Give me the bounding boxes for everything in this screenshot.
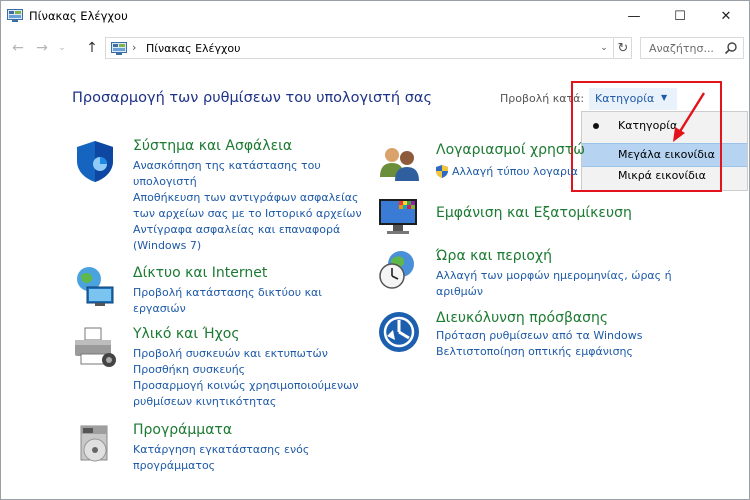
category-title-hardware[interactable]: Υλικό και Ήχος	[133, 326, 240, 342]
category-title-programs[interactable]: Προγράμματα	[133, 422, 232, 438]
link-backup-restore[interactable]: Αντίγραφα ασφαλείας και επαναφορά	[133, 222, 340, 238]
control-panel-icon	[7, 9, 23, 22]
link-network-status-cont[interactable]: εργασιών	[133, 301, 186, 317]
minimize-button[interactable]: —	[611, 1, 657, 31]
search-icon[interactable]	[724, 41, 738, 55]
view-by-label: Προβολή κατά:	[500, 92, 585, 105]
annotation-arrow-icon	[673, 92, 706, 142]
breadcrumb-separator[interactable]: ›	[132, 41, 136, 54]
forward-arrow-icon[interactable]: →	[33, 38, 51, 58]
link-mobility-settings-cont[interactable]: ρυθμίσεων κινητικότητας	[133, 394, 276, 410]
category-clock-region: Ώρα και περιοχή Αλλαγή των μορφών ημερομ…	[377, 248, 697, 298]
link-backup-restore-cont[interactable]: (Windows 7)	[133, 238, 201, 254]
search-input[interactable]: Αναζήτησ...	[649, 42, 714, 55]
network-globe-icon[interactable]	[73, 265, 117, 309]
back-arrow-icon[interactable]: ←	[9, 38, 27, 58]
refresh-icon[interactable]: ↻	[613, 38, 632, 58]
page-title: Προσαρμογή των ρυθμίσεων του υπολογιστή …	[72, 90, 432, 106]
link-devices-printers[interactable]: Προβολή συσκευών και εκτυπωτών	[133, 346, 328, 362]
link-review-status[interactable]: Ανασκόπηση της κατάστασης του	[133, 158, 321, 174]
menu-item-large-icons[interactable]: Μεγάλα εικονίδια	[582, 143, 747, 167]
users-icon[interactable]	[377, 143, 421, 187]
control-panel-window: Πίνακας Ελέγχου — ☐ ✕ ← → ⌄ ↑ › Πίνακας …	[0, 0, 750, 500]
link-uninstall-program-cont[interactable]: προγράμματος	[133, 458, 215, 474]
selected-bullet-icon	[593, 123, 599, 129]
programs-disc-icon[interactable]	[73, 422, 117, 466]
category-title-ease[interactable]: Διευκόλυνση πρόσβασης	[436, 310, 608, 326]
category-programs: Προγράμματα Κατάργηση εγκατάστασης ενός …	[73, 422, 373, 472]
category-title-clock[interactable]: Ώρα και περιοχή	[436, 248, 552, 264]
category-appearance: Εμφάνιση και Εξατομίκευση	[377, 195, 677, 235]
navigation-bar: ← → ⌄ ↑ › Πίνακας Ελέγχου ⌄ ↻ Αναζήτησ..…	[1, 34, 749, 62]
shield-icon[interactable]	[73, 139, 117, 183]
title-bar: Πίνακας Ελέγχου — ☐ ✕	[1, 1, 749, 31]
category-hardware-sound: Υλικό και Ήχος Προβολή συσκευών και εκτυ…	[73, 326, 373, 416]
category-title-accounts[interactable]: Λογαριασμοί χρηστώ	[436, 142, 585, 158]
address-dropdown-chevron-icon[interactable]: ⌄	[596, 38, 612, 58]
category-ease-of-access: Διευκόλυνση πρόσβασης Πρόταση ρυθμίσεων …	[377, 310, 697, 360]
category-title-network[interactable]: Δίκτυο και Internet	[133, 265, 267, 281]
link-review-status-cont[interactable]: υπολογιστή	[133, 174, 197, 190]
link-mobility-settings[interactable]: Προσαρμογή κοινώς χρησιμοποιούμενων	[133, 378, 358, 394]
link-uninstall-program[interactable]: Κατάργηση εγκατάστασης ενός	[133, 442, 309, 458]
close-button[interactable]: ✕	[703, 1, 749, 31]
search-box[interactable]: Αναζήτησ...	[640, 37, 744, 59]
view-by-value[interactable]: Κατηγορία	[595, 92, 654, 105]
link-optimize-display[interactable]: Βελτιστοποίηση οπτικής εμφάνισης	[436, 344, 633, 360]
link-suggest-settings[interactable]: Πρόταση ρυθμίσεων από τα Windows	[436, 328, 642, 344]
category-system-security: Σύστημα και Ασφάλεια Ανασκόπηση της κατά…	[73, 138, 373, 259]
breadcrumb-control-panel[interactable]: Πίνακας Ελέγχου	[146, 42, 240, 55]
link-change-formats[interactable]: Αλλαγή των μορφών ημερομηνίας, ώρας ή	[436, 268, 672, 284]
category-user-accounts: Λογαριασμοί χρηστώ Αλλαγή τύπου λογαρια	[377, 142, 585, 183]
link-add-device[interactable]: Προσθήκη συσκευής	[133, 362, 245, 378]
address-bar[interactable]: › Πίνακας Ελέγχου ⌄ ↻	[105, 37, 632, 59]
category-title-system-security[interactable]: Σύστημα και Ασφάλεια	[133, 138, 292, 154]
category-title-appearance[interactable]: Εμφάνιση και Εξατομίκευση	[436, 205, 632, 221]
recent-locations-chevron-icon[interactable]: ⌄	[53, 38, 71, 58]
control-panel-icon	[111, 42, 127, 55]
up-arrow-icon[interactable]: ↑	[83, 38, 101, 58]
clock-globe-icon[interactable]	[377, 248, 421, 292]
ease-of-access-icon[interactable]	[377, 310, 421, 354]
link-file-history[interactable]: Αποθήκευση των αντιγράφων ασφαλείας	[133, 190, 359, 206]
window-title: Πίνακας Ελέγχου	[29, 9, 128, 23]
uac-shield-icon	[436, 165, 448, 178]
link-change-account-type[interactable]: Αλλαγή τύπου λογαρια	[452, 164, 578, 180]
menu-item-small-icons[interactable]: Μικρά εικονίδια	[582, 165, 747, 187]
monitor-appearance-icon[interactable]	[377, 195, 421, 239]
maximize-button[interactable]: ☐	[657, 1, 703, 31]
category-network-internet: Δίκτυο και Internet Προβολή κατάστασης δ…	[73, 265, 373, 315]
link-file-history-cont[interactable]: των αρχείων σας με το Ιστορικό αρχείων	[133, 206, 362, 222]
link-network-status[interactable]: Προβολή κατάστασης δικτύου και	[133, 285, 322, 301]
printer-icon[interactable]	[73, 326, 117, 370]
link-change-formats-cont[interactable]: αριθμών	[436, 284, 483, 300]
